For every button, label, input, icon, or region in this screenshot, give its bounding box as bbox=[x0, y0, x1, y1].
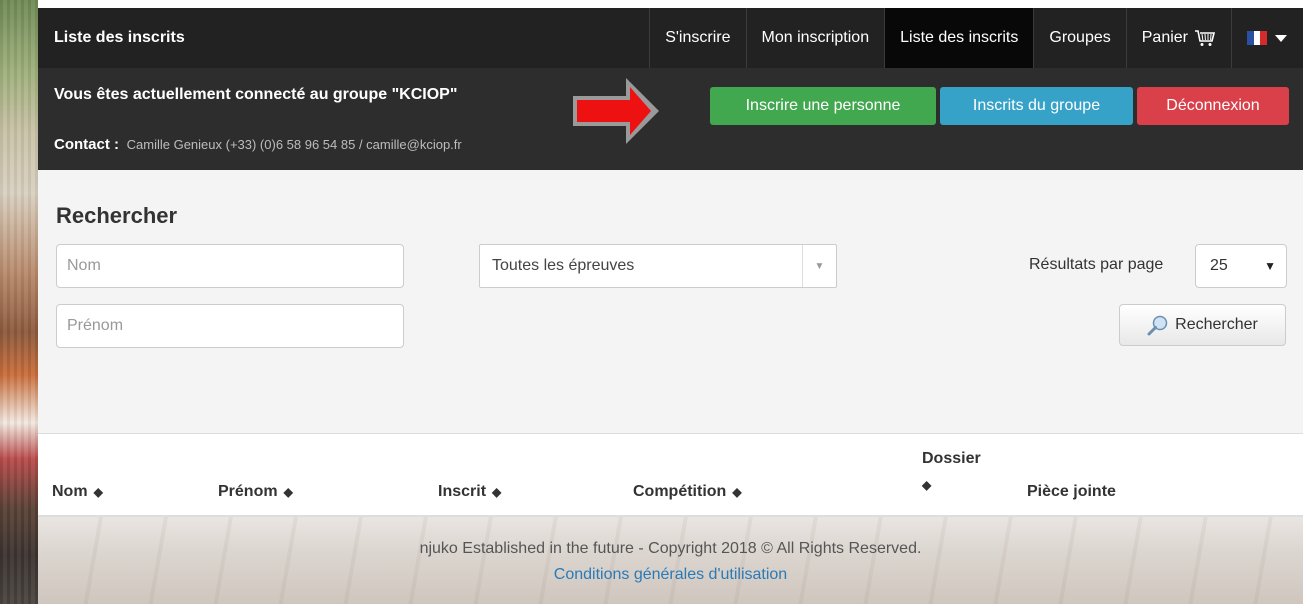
footer-copyright: njuko Established in the future - Copyri… bbox=[419, 540, 922, 557]
nav-groupes[interactable]: Groupes bbox=[1033, 8, 1125, 68]
column-header-dossier[interactable]: Dossier ◆ bbox=[922, 450, 981, 492]
navbar-brand[interactable]: Liste des inscrits bbox=[38, 8, 649, 68]
prenom-input[interactable]: Prénom bbox=[56, 304, 404, 348]
group-title: Vous êtes actuellement connecté au group… bbox=[54, 86, 458, 103]
results-per-page-label: Résultats par page bbox=[1029, 256, 1164, 273]
logout-button[interactable]: Déconnexion bbox=[1137, 87, 1289, 125]
column-header-competition[interactable]: Compétition ◆ bbox=[633, 483, 742, 501]
nav-panier[interactable]: Panier bbox=[1125, 8, 1231, 68]
epreuves-select[interactable]: Toutes les épreuves ▼ bbox=[479, 244, 837, 288]
sort-icon: ◆ bbox=[283, 485, 293, 499]
nav-sinscrire[interactable]: S'inscrire bbox=[649, 8, 745, 68]
nav-liste-inscrits[interactable]: Liste des inscrits bbox=[884, 8, 1034, 68]
search-panel: Rechercher Nom Prénom Toutes les épreuve… bbox=[38, 170, 1303, 433]
search-title: Rechercher bbox=[56, 203, 178, 228]
epreuves-value: Toutes les épreuves bbox=[492, 257, 635, 274]
chevron-down-icon: ▼ bbox=[802, 245, 836, 287]
column-label: Compétition bbox=[633, 483, 727, 500]
footer: njuko Established in the future - Copyri… bbox=[38, 517, 1303, 604]
group-registrants-button[interactable]: Inscrits du groupe bbox=[940, 87, 1133, 125]
results-per-page-select[interactable]: 25 ▼ bbox=[1195, 244, 1287, 288]
column-label: Inscrit bbox=[438, 483, 487, 500]
contact-info: Contact : Camille Genieux (+33) (0)6 58 … bbox=[54, 136, 462, 153]
language-dropdown[interactable] bbox=[1231, 8, 1303, 68]
per-page-value: 25 bbox=[1210, 257, 1228, 274]
column-label: Nom bbox=[52, 483, 88, 500]
contact-label: Contact : bbox=[54, 136, 119, 153]
top-navbar: Liste des inscrits S'inscrire Mon inscri… bbox=[38, 8, 1303, 68]
column-header-inscrit[interactable]: Inscrit ◆ bbox=[438, 483, 501, 501]
page: Liste des inscrits S'inscrire Mon inscri… bbox=[38, 8, 1303, 604]
search-button-label: Rechercher bbox=[1175, 316, 1258, 333]
add-person-button[interactable]: Inscrire une personne bbox=[710, 87, 936, 125]
sort-icon: ◆ bbox=[732, 485, 742, 499]
chevron-down-icon: ▼ bbox=[1264, 259, 1276, 273]
cart-icon bbox=[1194, 29, 1216, 47]
magnifier-icon bbox=[1147, 314, 1169, 336]
chevron-down-icon bbox=[1275, 34, 1287, 42]
column-header-nom[interactable]: Nom ◆ bbox=[52, 483, 103, 501]
search-button[interactable]: Rechercher bbox=[1119, 304, 1286, 346]
group-banner: Vous êtes actuellement connecté au group… bbox=[38, 68, 1303, 170]
table-header: Nom ◆ Prénom ◆ Inscrit ◆ Compétition ◆ Dossi… bbox=[38, 433, 1303, 517]
flag-fr-icon bbox=[1247, 31, 1268, 45]
column-label: Dossier bbox=[922, 450, 981, 467]
contact-value: Camille Genieux (+33) (0)6 58 96 54 85 /… bbox=[126, 137, 462, 152]
column-header-prenom[interactable]: Prénom ◆ bbox=[218, 483, 293, 501]
sort-icon: ◆ bbox=[922, 478, 932, 492]
nav-mon-inscription[interactable]: Mon inscription bbox=[745, 8, 885, 68]
terms-link[interactable]: Conditions générales d'utilisation bbox=[554, 566, 787, 584]
nav-panier-label: Panier bbox=[1141, 29, 1188, 46]
background-photo bbox=[0, 0, 38, 604]
column-header-piece-jointe: Pièce jointe bbox=[1027, 483, 1116, 500]
nom-input[interactable]: Nom bbox=[56, 244, 404, 288]
sort-icon: ◆ bbox=[492, 485, 502, 499]
sort-icon: ◆ bbox=[93, 485, 103, 499]
column-label: Prénom bbox=[218, 483, 278, 500]
red-arrow-icon bbox=[571, 76, 661, 151]
